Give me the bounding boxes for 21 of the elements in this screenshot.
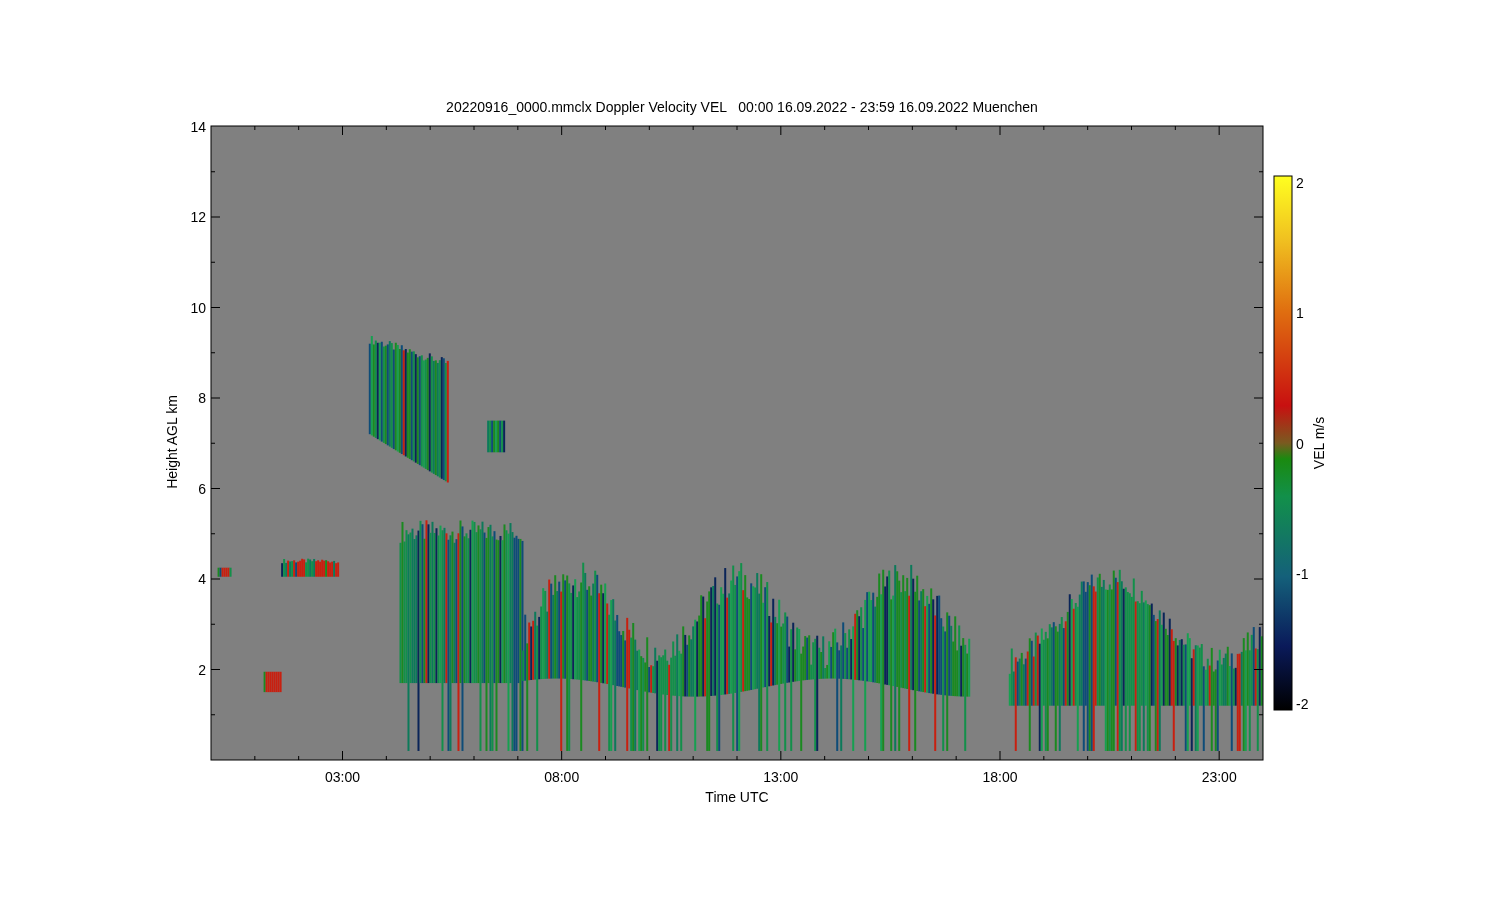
x-tick-label: 23:00 [1201, 769, 1237, 785]
y-tick-label: 10 [190, 299, 206, 316]
chart-title: 20220916_0000.mmclx Doppler Velocity VEL 00:00 16.09.2022 - 23:59 16.09.2022 Muenchen [446, 99, 1038, 115]
color-scale-label: 0 [1296, 435, 1304, 452]
y-axis-title: Height AGL km [164, 395, 180, 489]
color-scale-label: 2 [1296, 175, 1304, 191]
y-tick-label: 12 [190, 209, 206, 225]
y-tick-label: 6 [198, 480, 206, 497]
x-tick-label: 03:00 [325, 769, 360, 785]
y-tick-label: 2 [198, 661, 206, 678]
x-tick-label: 13:00 [763, 769, 799, 785]
color-scale-title: VEL m/s [1311, 416, 1327, 470]
y-tick-label: 4 [198, 571, 206, 587]
y-tick-label: 8 [198, 390, 206, 406]
x-tick-label: 18:00 [982, 769, 1018, 785]
color-scale-label: -1 [1296, 565, 1309, 582]
color-scale-label: -2 [1296, 696, 1309, 712]
x-axis-title: Time UTC [705, 789, 769, 805]
color-scale-label: 1 [1296, 305, 1304, 322]
x-tick-label: 08:00 [544, 769, 580, 785]
y-tick-label: 14 [190, 118, 206, 135]
